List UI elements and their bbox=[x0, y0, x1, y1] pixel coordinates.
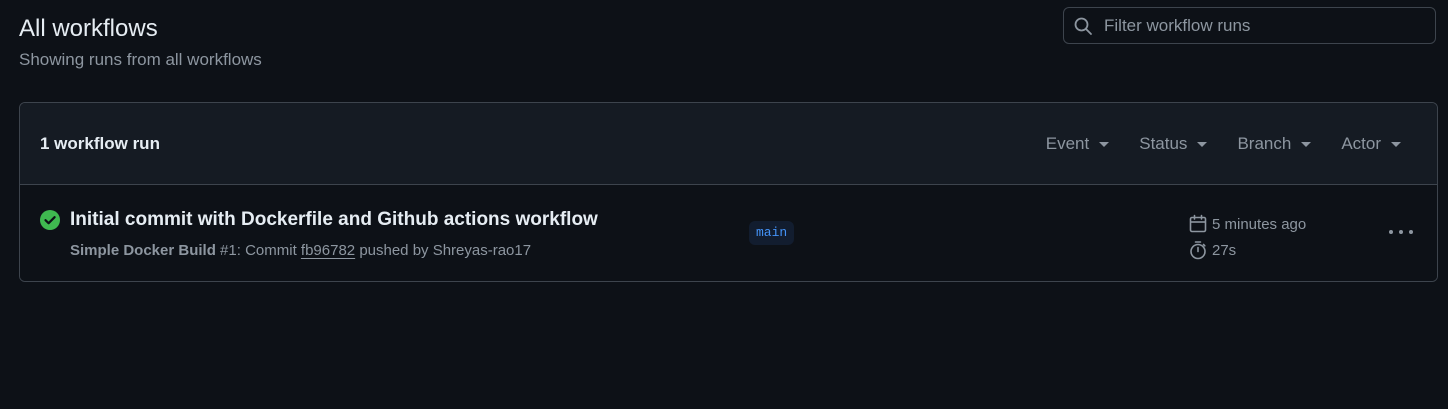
triangle-down-icon bbox=[1197, 142, 1208, 147]
run-duration: 27s bbox=[1187, 237, 1306, 263]
commit-prefix: : Commit bbox=[236, 242, 297, 259]
kebab-horizontal-icon[interactable] bbox=[1389, 222, 1413, 242]
workflow-run-count: 1 workflow run bbox=[40, 133, 160, 153]
check-circle-fill-icon bbox=[40, 210, 60, 230]
filter-event-label: Event bbox=[1045, 133, 1090, 153]
filter-status-label: Status bbox=[1139, 133, 1188, 153]
workflow-runs-list: 1 workflow run Event Status Branch Actor bbox=[19, 102, 1438, 282]
search-icon bbox=[1073, 16, 1093, 36]
kebab-dot bbox=[1409, 230, 1413, 234]
stopwatch-icon bbox=[1187, 239, 1209, 261]
filter-status-dropdown[interactable]: Status bbox=[1139, 133, 1208, 154]
workflow-name: Simple Docker Build bbox=[70, 242, 216, 259]
pushed-by-text: pushed by Shreyas-rao17 bbox=[359, 242, 532, 259]
filter-search-box[interactable] bbox=[1063, 7, 1436, 44]
run-number: #1 bbox=[220, 242, 237, 259]
run-time-ago: 5 minutes ago bbox=[1187, 211, 1306, 237]
filter-branch-label: Branch bbox=[1237, 133, 1292, 153]
filter-branch-dropdown[interactable]: Branch bbox=[1237, 133, 1312, 154]
time-ago-text: 5 minutes ago bbox=[1212, 215, 1307, 233]
filter-workflow-runs-input[interactable] bbox=[1104, 15, 1424, 36]
commit-sha-link[interactable]: fb96782 bbox=[301, 242, 355, 259]
kebab-dot bbox=[1399, 230, 1403, 234]
page-subtitle: Showing runs from all workflows bbox=[19, 50, 262, 69]
kebab-dot bbox=[1389, 230, 1393, 234]
calendar-icon bbox=[1187, 213, 1209, 235]
workflow-runs-page: All workflows Showing runs from all work… bbox=[0, 0, 1448, 409]
runs-list-header: 1 workflow run Event Status Branch Actor bbox=[20, 103, 1437, 185]
triangle-down-icon bbox=[1301, 142, 1312, 147]
triangle-down-icon bbox=[1099, 142, 1110, 147]
filter-menus: Event Status Branch Actor bbox=[1016, 103, 1401, 184]
run-timing: 5 minutes ago 27s bbox=[1187, 211, 1306, 263]
filter-event-dropdown[interactable]: Event bbox=[1045, 133, 1110, 154]
run-title-link[interactable]: Initial commit with Dockerfile and Githu… bbox=[70, 208, 598, 232]
filter-actor-label: Actor bbox=[1341, 133, 1381, 153]
workflow-run-row[interactable]: Initial commit with Dockerfile and Githu… bbox=[20, 185, 1437, 281]
filter-actor-dropdown[interactable]: Actor bbox=[1341, 134, 1401, 154]
branch-badge[interactable]: main bbox=[749, 221, 795, 245]
triangle-down-icon bbox=[1391, 142, 1401, 147]
page-title: All workflows bbox=[19, 15, 158, 42]
duration-text: 27s bbox=[1212, 241, 1237, 259]
run-meta: Simple Docker Build #1: Commit fb96782 p… bbox=[70, 241, 531, 261]
